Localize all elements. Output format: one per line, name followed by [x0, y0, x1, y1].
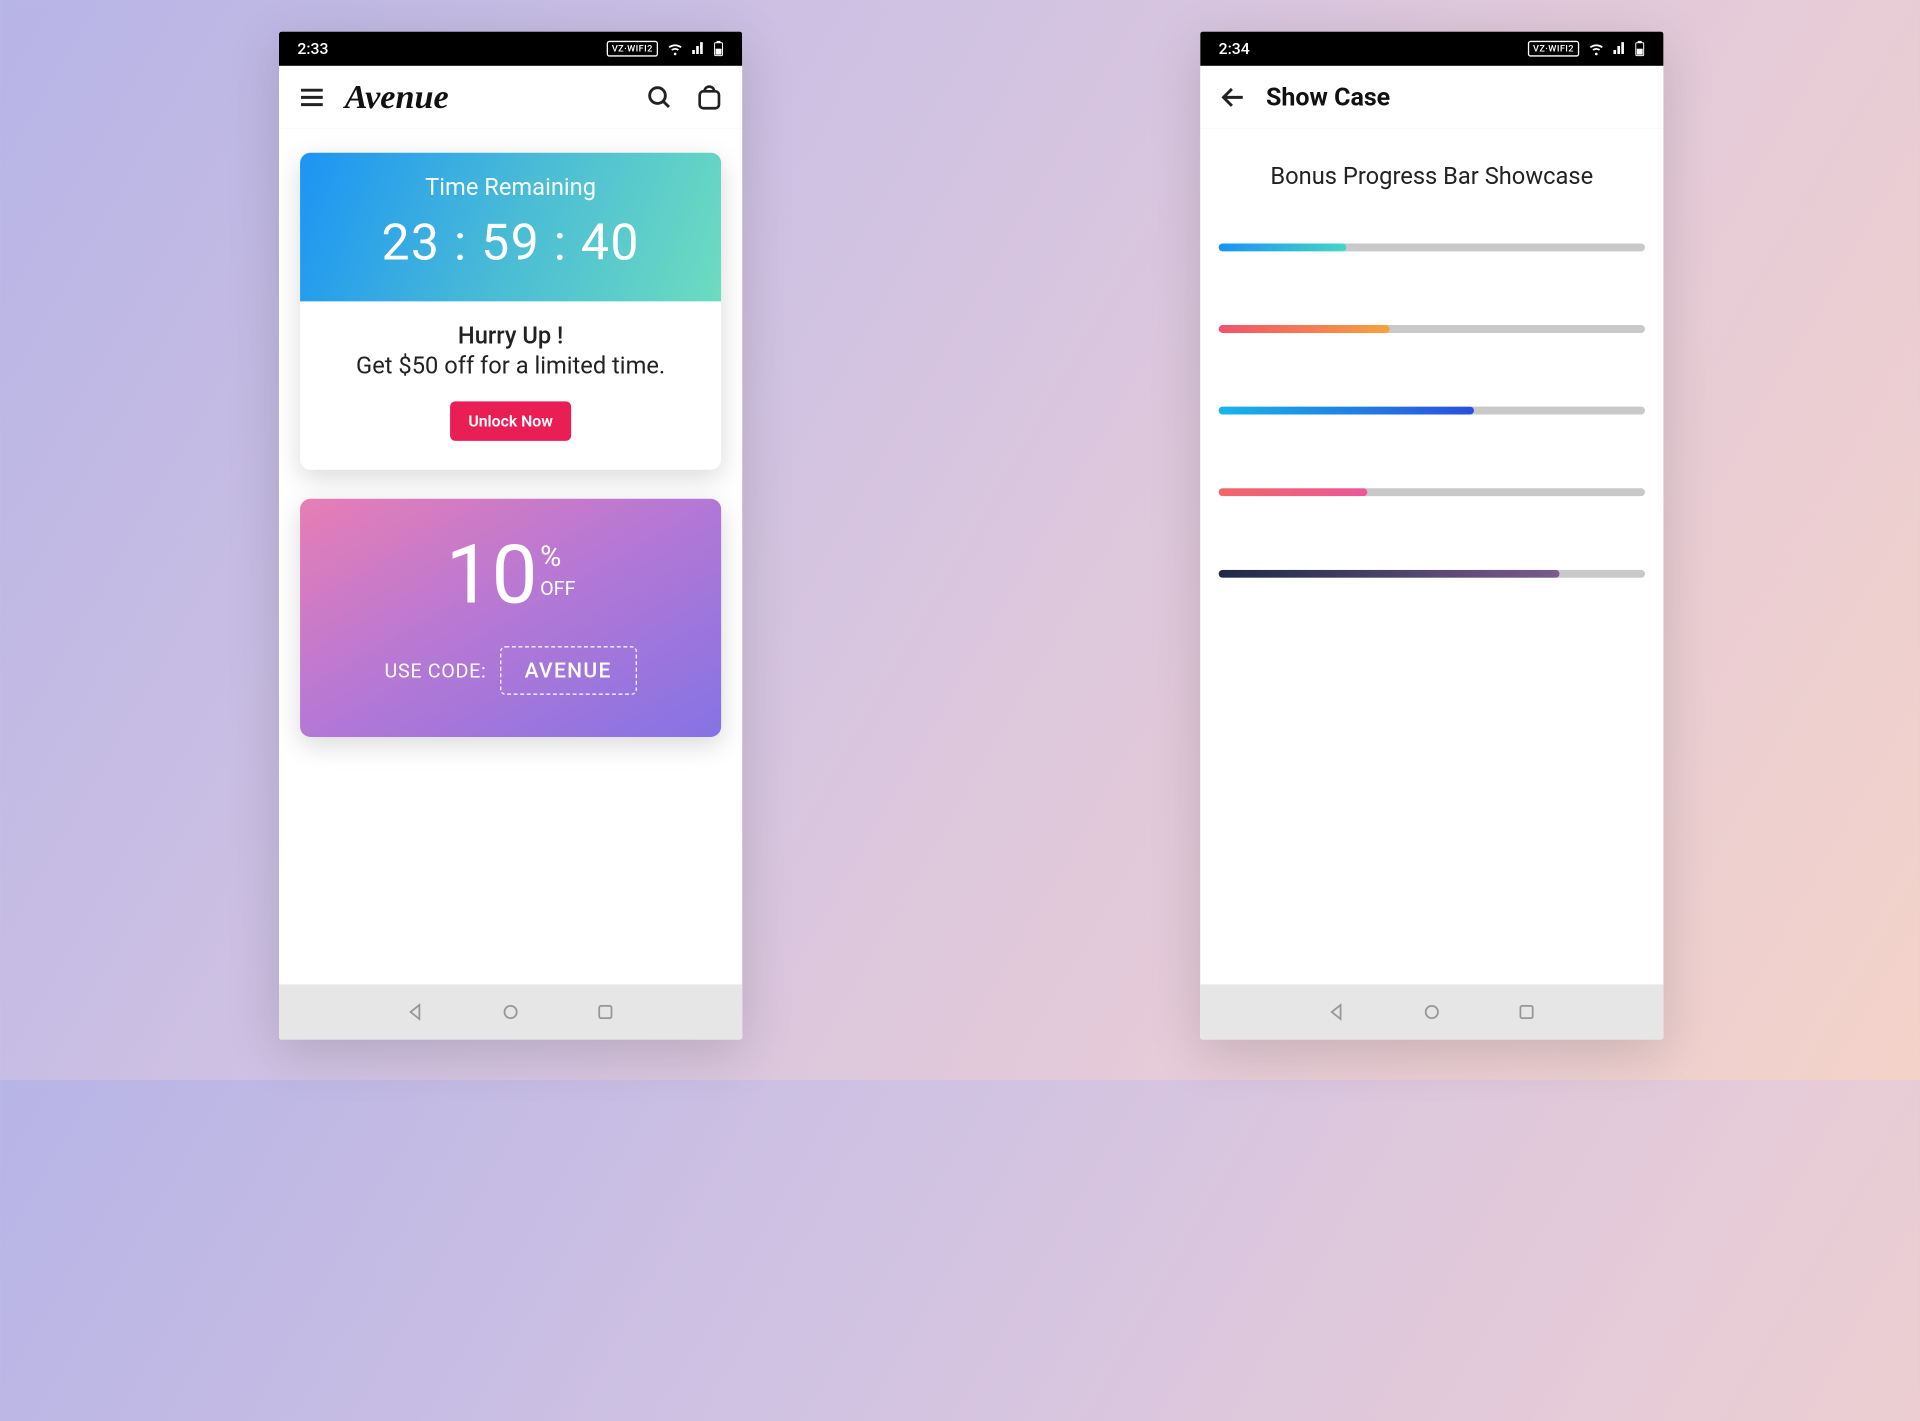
progress-bar-list — [1219, 243, 1645, 577]
android-nav-bar — [279, 984, 742, 1039]
progress-bar-fill — [1219, 407, 1475, 415]
progress-bar — [1219, 570, 1645, 578]
back-icon[interactable] — [1216, 80, 1250, 114]
wifi-badge: VZ·WIFI2 — [607, 41, 658, 57]
android-nav-bar — [1200, 984, 1663, 1039]
signal-icon — [690, 41, 708, 57]
promo-code-row: USE CODE: AVENUE — [326, 646, 694, 695]
timer-body: Hurry Up ! Get $50 off for a limited tim… — [300, 301, 721, 469]
timer-header: Time Remaining 23 : 59 : 40 — [300, 153, 721, 302]
nav-recent-icon[interactable] — [595, 1001, 616, 1022]
app-bar: Show Case — [1200, 66, 1663, 129]
promo-percent: % — [540, 541, 561, 574]
phone-avenue: 2:33 VZ·WIFI2 Avenue — [279, 32, 742, 1040]
nav-recent-icon[interactable] — [1516, 1001, 1537, 1022]
nav-home-icon[interactable] — [500, 1001, 521, 1022]
unlock-button[interactable]: Unlock Now — [450, 401, 571, 440]
status-bar: 2:34 VZ·WIFI2 — [1200, 32, 1663, 66]
phone-showcase: 2:34 VZ·WIFI2 Show Case Bonus Progress B… — [1200, 32, 1663, 1040]
app-title: Show Case — [1266, 82, 1390, 112]
progress-bar-fill — [1219, 570, 1560, 578]
bag-icon[interactable] — [692, 80, 726, 114]
status-bar: 2:33 VZ·WIFI2 — [279, 32, 742, 66]
promo-card: 10 % OFF USE CODE: AVENUE — [300, 499, 721, 737]
search-icon[interactable] — [642, 80, 676, 114]
progress-bar-fill — [1219, 325, 1390, 333]
wifi-badge: VZ·WIFI2 — [1528, 41, 1579, 57]
content-area: Bonus Progress Bar Showcase — [1200, 129, 1663, 984]
use-code-label: USE CODE: — [384, 659, 486, 683]
menu-icon[interactable] — [295, 80, 329, 114]
wifi-icon — [1587, 41, 1605, 57]
offer-text: Get $50 off for a limited time. — [318, 353, 702, 381]
progress-bar-fill — [1219, 488, 1368, 496]
promo-off: OFF — [540, 576, 575, 600]
promo-amount: 10 % OFF — [326, 536, 694, 618]
timer-label: Time Remaining — [313, 174, 708, 202]
progress-bar-fill — [1219, 243, 1347, 251]
app-bar: Avenue — [279, 66, 742, 129]
wifi-icon — [666, 41, 684, 57]
status-time: 2:33 — [297, 39, 328, 57]
battery-icon — [713, 41, 724, 57]
progress-bar — [1219, 325, 1645, 333]
promo-code[interactable]: AVENUE — [500, 646, 637, 695]
timer-card: Time Remaining 23 : 59 : 40 Hurry Up ! G… — [300, 153, 721, 470]
status-icons — [1587, 41, 1645, 57]
nav-home-icon[interactable] — [1421, 1001, 1442, 1022]
timer-value: 23 : 59 : 40 — [313, 215, 708, 273]
nav-back-icon[interactable] — [405, 1001, 426, 1022]
progress-bar — [1219, 407, 1645, 415]
status-time: 2:34 — [1219, 39, 1250, 57]
nav-back-icon[interactable] — [1327, 1001, 1348, 1022]
app-title: Avenue — [345, 77, 449, 116]
showcase-title: Bonus Progress Bar Showcase — [1219, 163, 1645, 191]
progress-bar — [1219, 243, 1645, 251]
promo-number: 10 — [446, 536, 538, 618]
hurry-text: Hurry Up ! — [318, 322, 702, 350]
progress-bar — [1219, 488, 1645, 496]
battery-icon — [1634, 41, 1645, 57]
status-icons — [666, 41, 724, 57]
content-area: Time Remaining 23 : 59 : 40 Hurry Up ! G… — [279, 129, 742, 984]
signal-icon — [1611, 41, 1629, 57]
